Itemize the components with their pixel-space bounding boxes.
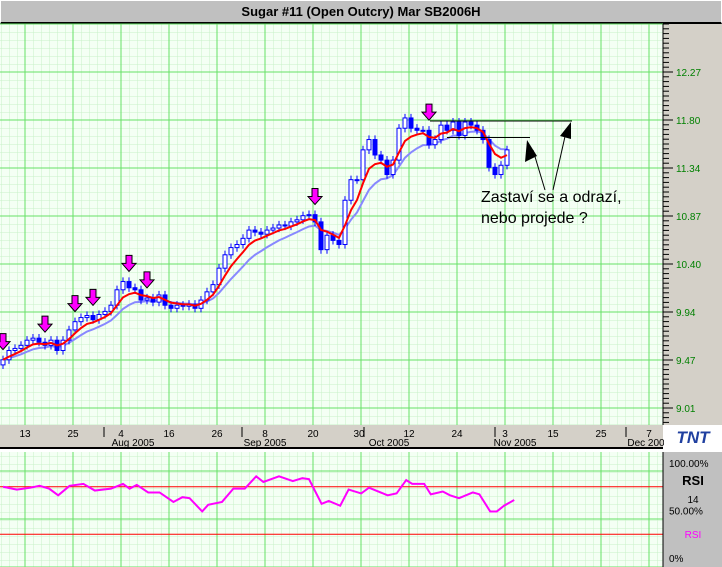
price-tick-label: 12.27 (676, 68, 701, 79)
candle-body-up (294, 219, 300, 223)
candle-body-up (174, 304, 180, 309)
candle-body-down (168, 304, 174, 309)
candle-body-down (126, 281, 132, 289)
annotation-line-2: nebo projede ? (481, 210, 588, 227)
candle-body-down (132, 287, 138, 291)
candle-body-up (276, 224, 282, 229)
chart-window: Sugar #11 (Open Outcry) Mar SB2006H 12.2… (0, 0, 722, 567)
candle-body-down (36, 337, 42, 343)
chart-canvas: 12.27 11.80 11.34 10.87 10.40 9.94 9.47 9.01 13 2… (0, 23, 722, 567)
date-tick-label: 20 (307, 429, 319, 440)
date-tick-label: 30 (353, 429, 365, 440)
date-axis-panel (0, 425, 663, 448)
rsi-plot-background (0, 452, 663, 567)
month-label: Dec 200 (627, 438, 665, 449)
candle-body-down (468, 121, 474, 126)
candle (396, 124, 402, 165)
candle-body-up (246, 229, 252, 239)
candle-body-up (0, 359, 6, 366)
price-tick-label: 10.40 (676, 260, 701, 271)
candle-body-up (420, 129, 426, 132)
candle-body-up (354, 179, 360, 182)
logo-text: TNT (676, 428, 711, 447)
candle-body-down (408, 117, 414, 129)
candle-body-up (498, 164, 504, 176)
candle-body-up (228, 247, 234, 256)
candle-body-up (84, 315, 90, 319)
date-tick-label: 25 (67, 429, 79, 440)
candle-body-down (282, 224, 288, 227)
candle-body-up (270, 227, 276, 231)
candle-body-down (252, 229, 258, 233)
price-tick-label: 11.34 (676, 164, 701, 175)
date-tick-label: 25 (595, 429, 607, 440)
candle-body-up (72, 321, 78, 331)
annotation-line-1: Zastaví se a odrazí, (481, 189, 622, 206)
rsi-legend: RSI (685, 530, 702, 541)
candle-body-down (492, 166, 498, 176)
candle-body-up (402, 117, 408, 129)
candle-body-up (240, 237, 246, 246)
price-tick-label: 9.94 (676, 308, 696, 319)
candle-body-up (12, 347, 18, 351)
price-tick-label: 9.01 (676, 404, 696, 415)
annotation-text: Zastaví se a odrazí, nebo projede ? (481, 187, 622, 229)
candle-body-up (18, 344, 24, 349)
date-tick-label: 15 (547, 429, 559, 440)
candle-body-down (258, 231, 264, 235)
rsi-period: 14 (687, 495, 699, 506)
date-tick-label: 13 (19, 429, 31, 440)
candle-body-up (222, 254, 228, 269)
price-tick-label: 11.80 (676, 116, 701, 127)
date-tick-label: 26 (211, 429, 223, 440)
candle-body-up (78, 317, 84, 323)
candle-body-up (306, 214, 312, 217)
candle-body-down (456, 121, 462, 136)
candle-body-down (336, 239, 342, 246)
candle-body-down (372, 139, 378, 156)
candle-body-up (432, 139, 438, 146)
candle-body-down (378, 154, 384, 161)
candle-body-up (366, 139, 372, 151)
candle-body-up (120, 281, 126, 291)
rsi-tick-label: 100.00% (669, 459, 709, 470)
candle-body-up (234, 244, 240, 249)
candle-body-up (210, 284, 216, 293)
candle-body-down (414, 127, 420, 131)
price-tick-label: 9.47 (676, 356, 696, 367)
candle-body-up (324, 234, 330, 251)
candle-body-up (348, 179, 354, 201)
month-label: Aug 2005 (112, 438, 155, 449)
date-tick-label: 16 (163, 429, 175, 440)
price-tick-label: 10.87 (676, 212, 701, 223)
tnt-logo: TNT (664, 426, 722, 447)
rsi-tick-label: 0% (669, 554, 684, 565)
rsi-tick-label: 50.00% (669, 507, 703, 518)
candle-body-up (360, 149, 366, 181)
candle-body-up (264, 229, 270, 235)
candle-body-up (30, 337, 36, 341)
candle-body-down (444, 124, 450, 131)
rsi-title: RSI (682, 473, 704, 488)
candle-body-up (102, 310, 108, 315)
candle (318, 217, 324, 254)
candle-body-up (24, 339, 30, 346)
candle-body-up (504, 149, 510, 166)
candle-body-down (90, 315, 96, 321)
candle-body-up (300, 215, 306, 221)
candle (348, 175, 354, 205)
month-label: Nov 2005 (494, 438, 537, 449)
month-label: Oct 2005 (369, 438, 410, 449)
date-tick-label: 24 (451, 429, 463, 440)
month-label: Sep 2005 (244, 438, 287, 449)
candle-body-up (144, 297, 150, 301)
